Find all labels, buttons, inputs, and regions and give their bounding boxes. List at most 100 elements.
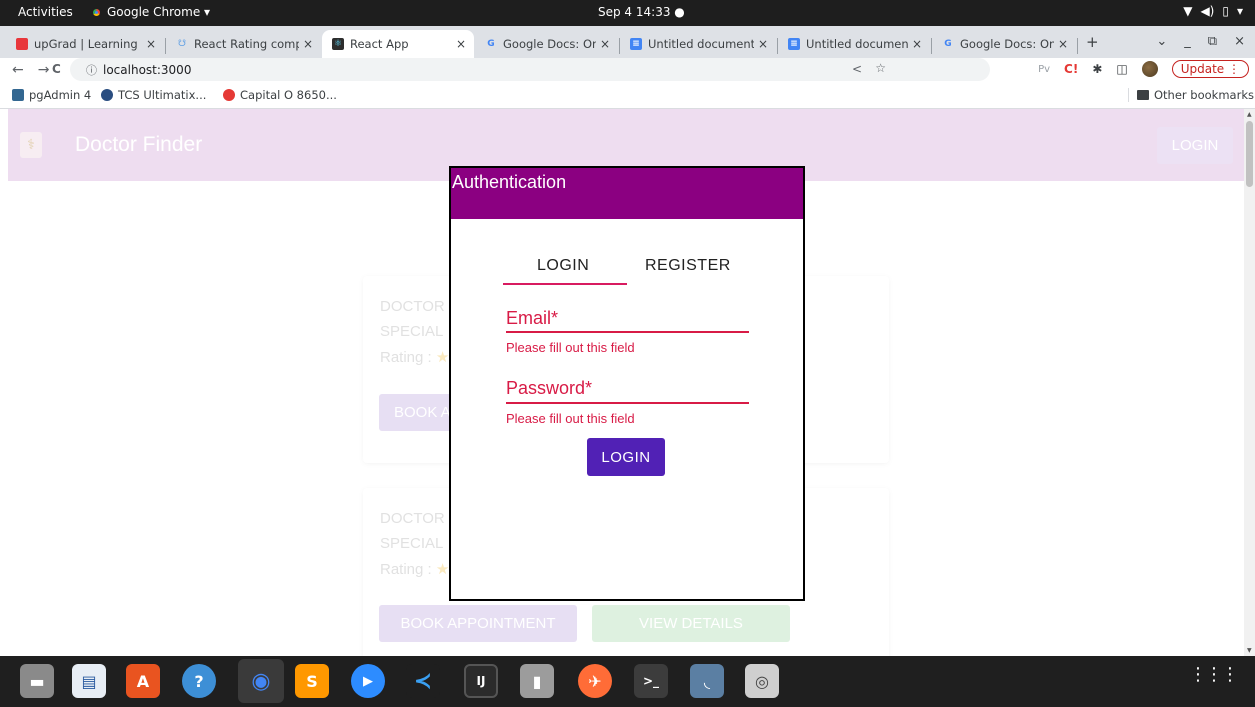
search-icon[interactable]: ◎	[745, 664, 779, 698]
extensions-puzzle-icon[interactable]: ✱	[1092, 62, 1102, 76]
tab-google-docs-2[interactable]: G Google Docs: Onlin ×	[932, 30, 1076, 58]
profile-avatar[interactable]	[1141, 61, 1158, 77]
close-icon[interactable]: ×	[1058, 37, 1068, 51]
login-submit-button[interactable]: LOGIN	[587, 438, 665, 476]
c-extension-icon[interactable]: C!	[1064, 62, 1078, 76]
navigation-buttons: ← →	[12, 62, 49, 78]
postman-icon[interactable]: ✈	[578, 664, 612, 698]
help-icon[interactable]: ?	[182, 664, 216, 698]
scroll-up-icon[interactable]: ▲	[1247, 111, 1252, 118]
intellij-icon[interactable]: IJ	[464, 664, 498, 698]
chevron-down-icon: ▾	[1236, 4, 1243, 18]
tab-title: Google Docs: Onlin	[960, 37, 1054, 51]
close-icon[interactable]: ×	[303, 37, 313, 51]
zoom-icon[interactable]: ▶	[351, 664, 385, 698]
tab-register[interactable]: REGISTER	[645, 257, 731, 275]
tab-login[interactable]: LOGIN	[537, 257, 589, 275]
forward-button[interactable]: →	[38, 62, 50, 78]
email-error-text: Please fill out this field	[506, 340, 635, 355]
react-favicon-icon: ⚛	[332, 38, 344, 50]
upgrad-favicon-icon	[16, 38, 28, 50]
terminal-icon[interactable]: >_	[634, 664, 668, 698]
reload-button[interactable]: C	[52, 62, 61, 76]
tab-title: Google Docs: Onlin	[503, 37, 596, 51]
scroll-down-icon[interactable]: ▼	[1247, 647, 1252, 654]
bookmark-pgadmin[interactable]: pgAdmin 4	[12, 88, 91, 102]
modal-header: Authentication	[451, 168, 803, 219]
close-window-button[interactable]: ×	[1234, 34, 1245, 49]
other-bookmarks[interactable]: Other bookmarks	[1137, 88, 1254, 102]
share-icon[interactable]: <	[852, 62, 862, 76]
new-tab-button[interactable]: +	[1086, 33, 1099, 51]
site-info-icon[interactable]: ⓘ	[86, 62, 97, 78]
system-tray[interactable]: ▼ ◀) ▯ ▾	[1183, 4, 1243, 18]
close-icon[interactable]: ×	[146, 37, 156, 51]
tcs-icon	[101, 89, 113, 101]
wifi-icon: ▼	[1183, 4, 1193, 18]
tab-react-rating[interactable]: ☋ React Rating compo ×	[166, 30, 321, 58]
pgadmin-icon	[12, 89, 24, 101]
app-menu-label: Google Chrome ▾	[107, 5, 211, 19]
tab-untitled-document-1[interactable]: ≡ Untitled document ×	[620, 30, 776, 58]
bookmark-capital-o[interactable]: Capital O 8650...	[223, 88, 337, 102]
back-button[interactable]: ←	[12, 62, 24, 78]
mysql-workbench-icon[interactable]: ◟	[690, 664, 724, 698]
app-menu[interactable]: Google Chrome ▾	[91, 5, 210, 19]
tab-title: Untitled document	[648, 37, 754, 51]
google-favicon-icon: G	[487, 39, 495, 49]
tab-google-docs-1[interactable]: G Google Docs: Onlin ×	[475, 30, 618, 58]
close-icon[interactable]: ×	[456, 37, 466, 51]
minimize-button[interactable]: _	[1184, 34, 1191, 49]
bookmarks-divider	[1128, 88, 1129, 102]
libreoffice-writer-icon[interactable]: ▤	[72, 664, 106, 698]
chrome-dock-icon[interactable]: ◉	[238, 659, 284, 703]
browser-tab-strip: upGrad | Learning F × ☋ React Rating com…	[0, 26, 1255, 58]
tab-indicator	[503, 283, 627, 285]
volume-icon: ◀)	[1200, 4, 1215, 18]
folder-icon	[1137, 90, 1149, 100]
email-field[interactable]	[506, 331, 749, 333]
tab-title: upGrad | Learning F	[34, 37, 142, 51]
sublime-text-icon[interactable]: S	[295, 664, 329, 698]
google-favicon-icon: G	[944, 39, 952, 49]
archive-manager-icon[interactable]: ▮	[520, 664, 554, 698]
pv-extension-icon[interactable]: Pv	[1038, 64, 1050, 75]
restore-button[interactable]: ⧉	[1208, 34, 1217, 49]
tab-search-chevron-icon[interactable]: ⌄	[1156, 34, 1167, 49]
vscode-icon[interactable]: ≺	[406, 664, 440, 698]
close-icon[interactable]: ×	[600, 37, 610, 51]
window-controls: ⌄ _ ⧉ ×	[1156, 34, 1245, 49]
scrollbar-thumb[interactable]	[1246, 121, 1253, 187]
software-center-icon[interactable]: A	[126, 664, 160, 698]
activities-button[interactable]: Activities	[18, 5, 73, 19]
ubuntu-dock: ▬ ▤ A ? ◉ S ▶ ≺ IJ ▮ ✈ >_ ◟ ◎ ⋮⋮⋮	[0, 656, 1255, 707]
tab-title: React Rating compo	[194, 37, 299, 51]
email-field-label: Email*	[506, 308, 559, 328]
address-bar[interactable]: ⓘ localhost:3000 < ☆	[70, 58, 990, 81]
side-panel-icon[interactable]: ◫	[1116, 62, 1127, 76]
tab-upgrad[interactable]: upGrad | Learning F ×	[6, 30, 164, 58]
close-icon[interactable]: ×	[912, 37, 922, 51]
tab-untitled-document-2[interactable]: ≡ Untitled document ×	[778, 30, 930, 58]
page-scrollbar[interactable]: ▲ ▼	[1244, 109, 1255, 656]
clock[interactable]: Sep 4 14:33 ●	[598, 5, 685, 19]
files-icon[interactable]: ▬	[20, 664, 54, 698]
tab-react-app[interactable]: ⚛ React App ×	[322, 30, 474, 58]
password-field[interactable]	[506, 402, 749, 404]
password-error-text: Please fill out this field	[506, 411, 635, 426]
bookmark-star-icon[interactable]: ☆	[875, 61, 886, 75]
password-field-label: Password*	[506, 378, 593, 398]
bookmark-label: Capital O 8650...	[240, 88, 337, 102]
bookmark-label: TCS Ultimatix...	[118, 88, 207, 102]
bookmark-tcs-ultimatix[interactable]: TCS Ultimatix...	[101, 88, 206, 102]
tab-title: React App	[350, 37, 409, 51]
tab-separator	[1077, 38, 1078, 54]
modal-title: Authentication	[452, 172, 567, 192]
battery-icon: ▯	[1222, 4, 1229, 18]
close-icon[interactable]: ×	[758, 37, 768, 51]
tab-title: Untitled document	[806, 37, 908, 51]
show-applications-grid-icon[interactable]: ⋮⋮⋮	[1189, 666, 1239, 684]
update-button[interactable]: Update ⋮	[1171, 60, 1249, 78]
bookmark-label: pgAdmin 4	[29, 88, 92, 102]
docs-favicon-icon: ≡	[630, 38, 642, 50]
